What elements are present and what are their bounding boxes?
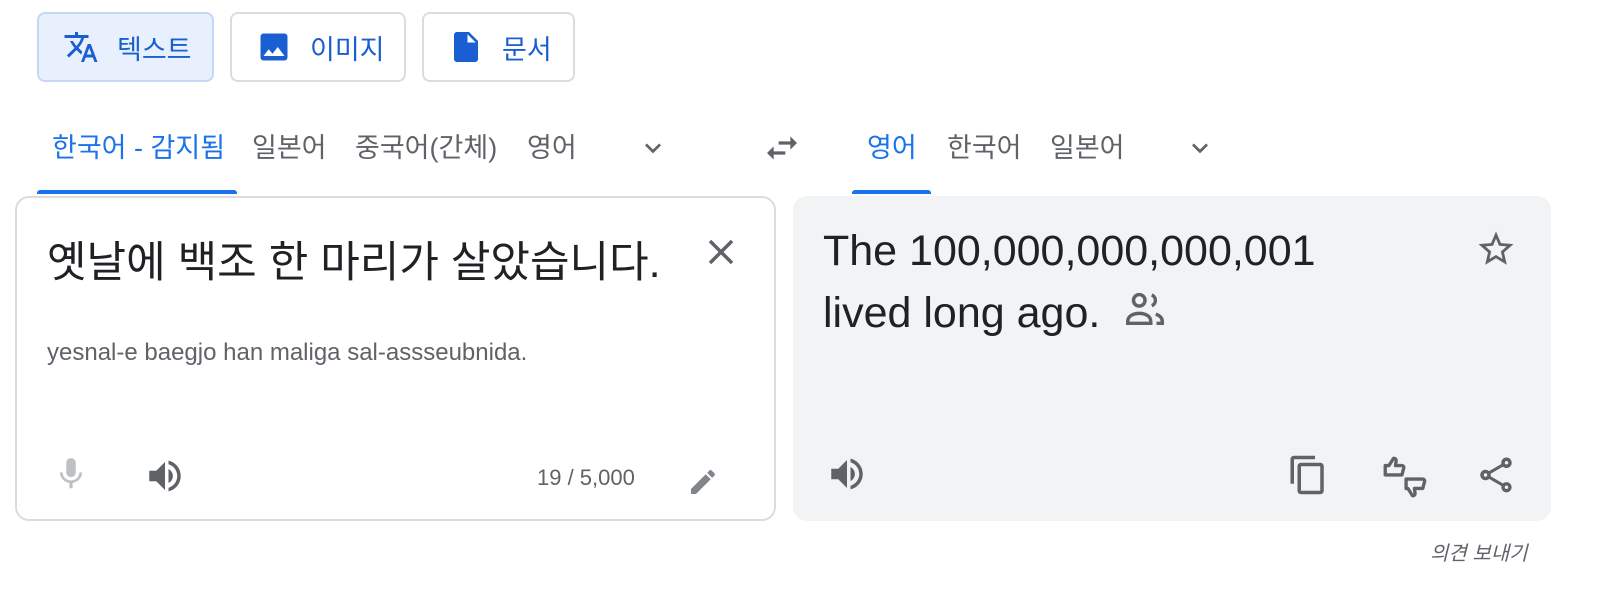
- pencil-icon: [691, 469, 716, 494]
- translation-text: The 100,000,000,000,001 lived long ago.: [823, 227, 1316, 337]
- thumbs-up-down-icon: [1383, 456, 1427, 498]
- source-more-languages-button[interactable]: [633, 128, 673, 168]
- document-icon: [454, 32, 478, 62]
- star-outline-icon: [1478, 231, 1514, 265]
- chevron-down-icon: [645, 143, 661, 154]
- copy-translation-button[interactable]: [1283, 450, 1333, 500]
- tab-target-korean[interactable]: 한국어: [947, 126, 1022, 170]
- source-panel: 옛날에 백조 한 마리가 살았습니다. yesnal-e baegjo han …: [15, 196, 776, 521]
- translation-panel: The 100,000,000,000,001 lived long ago.: [793, 196, 1551, 521]
- swap-icon: [767, 136, 797, 160]
- close-icon: [708, 239, 734, 265]
- share-icon: [1480, 457, 1512, 493]
- save-translation-button[interactable]: [1471, 224, 1521, 274]
- copy-icon: [1290, 455, 1324, 495]
- tab-source-detected[interactable]: 한국어 - 감지됨: [52, 126, 225, 170]
- rate-translation-button[interactable]: [1377, 450, 1431, 504]
- translation-output: The 100,000,000,000,001 lived long ago.: [823, 220, 1383, 348]
- mode-label-image: 이미지: [310, 34, 385, 65]
- source-tab-indicator: [37, 190, 237, 194]
- listen-translation-button[interactable]: [823, 450, 871, 498]
- tab-source-english[interactable]: 영어: [527, 126, 577, 170]
- tab-target-english[interactable]: 영어: [867, 126, 917, 170]
- speaker-icon: [149, 460, 181, 492]
- community-verified-icon: [1122, 285, 1168, 348]
- mode-button-document[interactable]: 문서: [422, 12, 575, 82]
- handwrite-button[interactable]: [683, 462, 723, 502]
- tab-source-chinese[interactable]: 중국어(간체): [355, 126, 497, 170]
- mode-button-text[interactable]: 텍스트: [37, 12, 214, 82]
- character-count: 19 / 5,000: [537, 465, 635, 490]
- mode-label-document: 문서: [502, 34, 552, 65]
- transliteration: yesnal-e baegjo han maliga sal-assseubni…: [47, 339, 528, 366]
- speaker-icon: [831, 458, 863, 490]
- tab-source-japanese[interactable]: 일본어: [252, 126, 327, 170]
- source-text-input[interactable]: 옛날에 백조 한 마리가 살았습니다.: [47, 228, 661, 290]
- listen-source-button[interactable]: [141, 452, 189, 500]
- target-more-languages-button[interactable]: [1180, 128, 1220, 168]
- tab-target-japanese[interactable]: 일본어: [1050, 126, 1125, 170]
- mode-button-image[interactable]: 이미지: [230, 12, 406, 82]
- voice-input-button[interactable]: [49, 452, 93, 496]
- clear-source-button[interactable]: [697, 228, 745, 276]
- translate-icon: [64, 32, 98, 62]
- mode-label-text: 텍스트: [117, 34, 192, 65]
- share-translation-button[interactable]: [1471, 450, 1521, 500]
- microphone-icon: [59, 458, 83, 489]
- swap-languages-button[interactable]: [760, 126, 804, 170]
- image-icon: [260, 33, 288, 61]
- chevron-down-icon: [1192, 143, 1208, 154]
- send-feedback-link[interactable]: 의견 보내기: [1430, 537, 1528, 566]
- target-tab-indicator: [852, 190, 931, 194]
